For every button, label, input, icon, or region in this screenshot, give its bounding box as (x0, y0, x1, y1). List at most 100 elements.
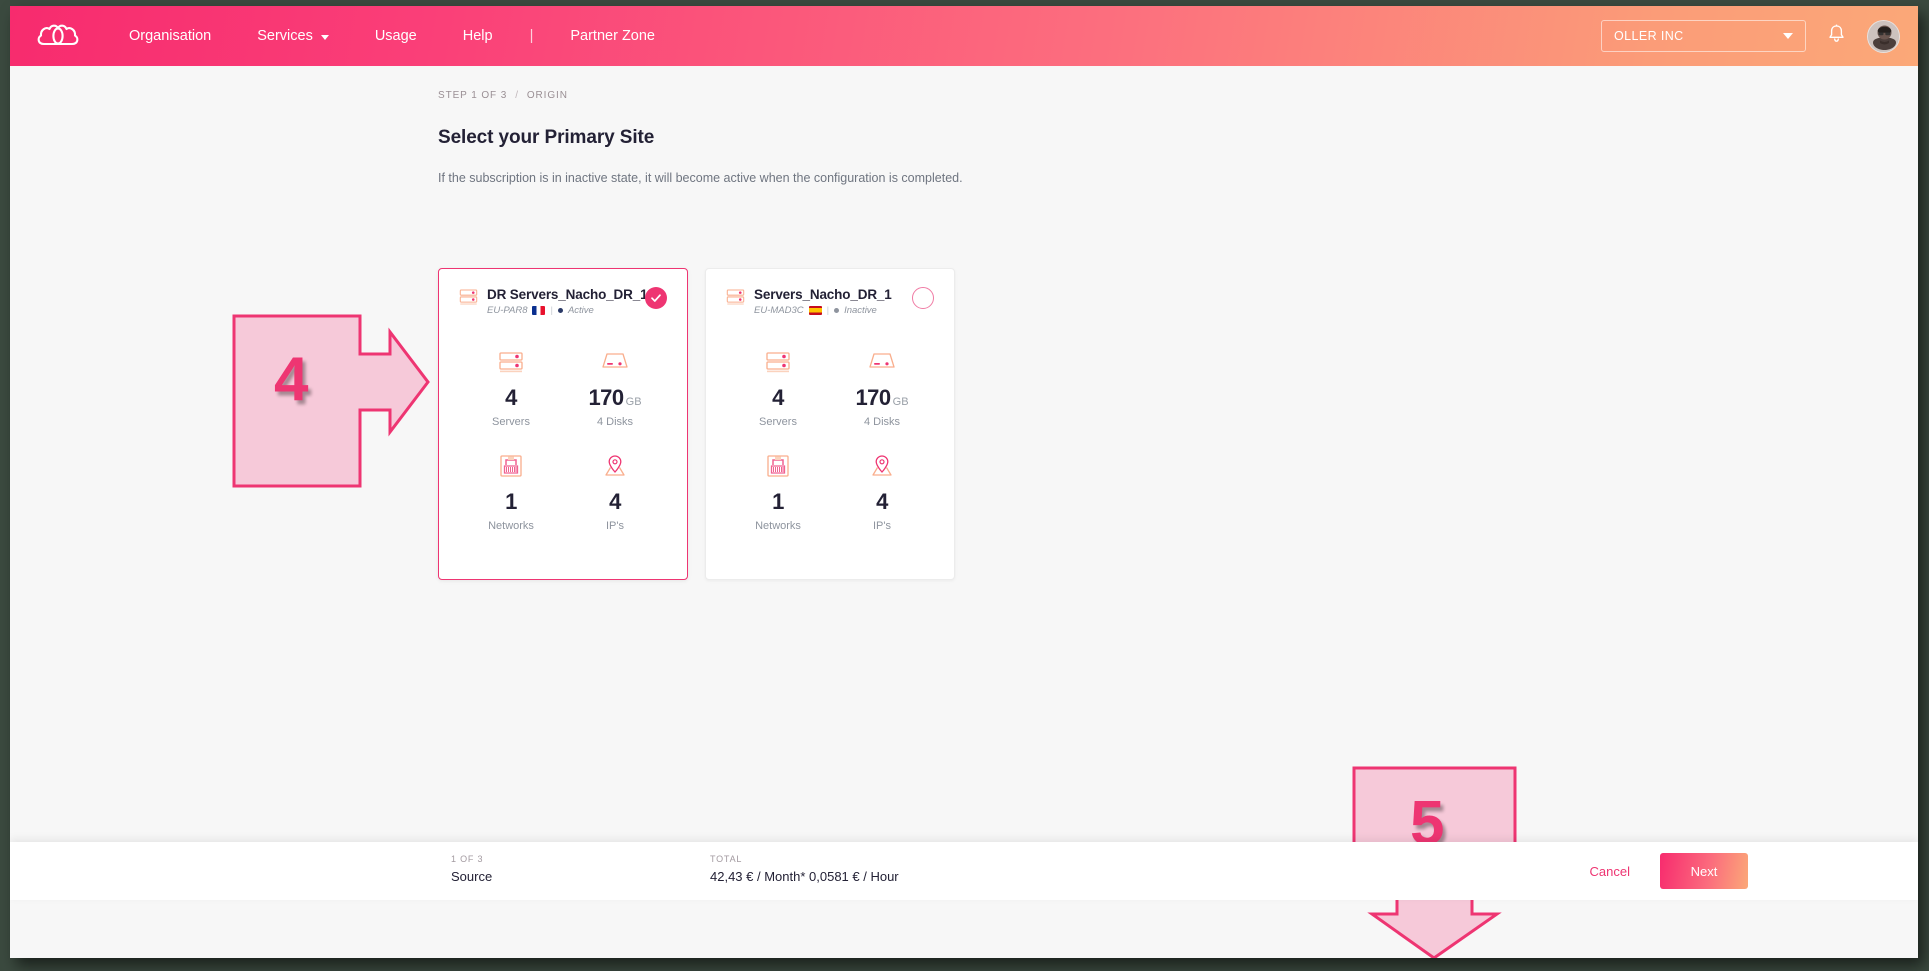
site-card-primary[interactable]: DR Servers_Nacho_DR_1 EU-PAR8 | Active 4… (438, 268, 688, 580)
stat-servers: 4 Servers (459, 347, 563, 428)
stat-networks: 1 Networks (726, 451, 830, 532)
header-right-cluster: OLLER INC (1601, 6, 1900, 66)
avatar-image (1868, 20, 1899, 52)
page-title: Select your Primary Site (438, 127, 655, 148)
stat-label: Networks (488, 520, 534, 532)
flag-fr-icon (532, 306, 546, 315)
stat-value: 4 (505, 385, 517, 410)
site-card-header: Servers_Nacho_DR_1 EU-MAD3C | Inactive (726, 287, 934, 316)
site-status: Inactive (844, 305, 877, 316)
notifications-button[interactable] (1828, 24, 1845, 48)
footer-actions: Cancel Next (1590, 853, 1748, 889)
stat-ips: 4 IP's (830, 451, 934, 532)
footer-total-value: 42,43 € / Month* 0,0581 € / Hour (710, 869, 899, 884)
site-region: EU-MAD3C (754, 305, 804, 316)
main-nav: Organisation Services Usage Help | Partn… (106, 6, 678, 66)
stat-value: 1 (772, 489, 784, 514)
location-pin-icon (872, 455, 892, 476)
site-card-title-block: Servers_Nacho_DR_1 EU-MAD3C | Inactive (754, 287, 903, 316)
cancel-button[interactable]: Cancel (1590, 864, 1630, 879)
bell-icon (1829, 24, 1844, 42)
stat-icon-wrap (726, 347, 830, 377)
stat-value-wrap: 170 GB (830, 385, 934, 411)
site-select-checkbox[interactable] (645, 287, 667, 309)
disk-icon (602, 353, 628, 368)
footer-step-block: 1 OF 3 Source (451, 854, 492, 884)
status-dot-icon (557, 308, 563, 313)
nav-item-usage[interactable]: Usage (352, 6, 440, 66)
stat-ips: 4 IP's (563, 451, 667, 532)
site-card-title-block: DR Servers_Nacho_DR_1 EU-PAR8 | Active (487, 287, 648, 316)
site-card-header: DR Servers_Nacho_DR_1 EU-PAR8 | Active (459, 287, 667, 316)
server-icon (766, 352, 790, 373)
nav-item-help[interactable]: Help (440, 6, 516, 66)
app-window: Organisation Services Usage Help | Partn… (10, 6, 1918, 958)
meta-divider: | (826, 305, 830, 316)
nav-item-organisation[interactable]: Organisation (106, 6, 234, 66)
site-region: EU-PAR8 (487, 305, 528, 316)
stat-icon-wrap (830, 347, 934, 377)
stat-value: 4 (609, 489, 621, 514)
nav-label: Help (462, 28, 493, 44)
breadcrumb-current: ORIGIN (526, 90, 568, 101)
site-card-secondary[interactable]: Servers_Nacho_DR_1 EU-MAD3C | Inactive 4… (705, 268, 955, 580)
nav-label: Organisation (129, 28, 212, 44)
nav-label: Services (257, 28, 313, 44)
stat-label: Servers (492, 416, 530, 428)
site-stats-grid: 4 Servers 170 GB 4 Disks 1 Networks 4 IP… (726, 347, 934, 532)
check-icon (651, 294, 661, 302)
site-card-meta: EU-MAD3C | Inactive (754, 305, 903, 316)
nav-item-partner-zone[interactable]: Partner Zone (547, 6, 678, 66)
stat-value: 1 (505, 489, 517, 514)
annotation-step-4: 4 (232, 314, 432, 499)
brand-logo[interactable] (10, 23, 106, 49)
breadcrumb-step: STEP 1 OF 3 (438, 90, 508, 101)
nav-divider: | (529, 28, 534, 44)
stat-icon-wrap (459, 451, 563, 481)
nav-label: Usage (374, 28, 417, 44)
stat-value-wrap: 170 GB (563, 385, 667, 411)
stat-icon-wrap (563, 451, 667, 481)
site-card-title: DR Servers_Nacho_DR_1 (487, 287, 648, 302)
footer-bar: 1 OF 3 Source TOTAL 42,43 € / Month* 0,0… (10, 842, 1918, 900)
stat-value: 170 (588, 385, 624, 410)
site-select-checkbox[interactable] (912, 287, 934, 309)
stat-disks: 170 GB 4 Disks (563, 347, 667, 428)
stat-unit: GB (892, 396, 909, 408)
organisation-selector[interactable]: OLLER INC (1601, 20, 1806, 52)
page-header-block: STEP 1 OF 3 / ORIGIN Select your Primary… (438, 90, 963, 185)
server-icon (726, 289, 745, 305)
next-button[interactable]: Next (1660, 853, 1748, 889)
stat-servers: 4 Servers (726, 347, 830, 428)
nav-item-services[interactable]: Services (234, 6, 352, 66)
cloud-logo-icon (37, 24, 79, 46)
stat-icon-wrap (563, 347, 667, 377)
stat-label: Servers (759, 416, 797, 428)
stat-unit: GB (625, 396, 642, 408)
stat-value: 170 (855, 385, 891, 410)
stat-icon-wrap (459, 347, 563, 377)
network-icon (500, 455, 522, 477)
stat-icon-wrap (830, 451, 934, 481)
network-icon (767, 455, 789, 477)
annotation-number: 4 (274, 345, 309, 414)
site-card-meta: EU-PAR8 | Active (487, 305, 636, 316)
site-stats-grid: 4 Servers 170 GB 4 Disks 1 Networks 4 IP… (459, 347, 667, 532)
breadcrumb-separator: / (515, 90, 519, 101)
nav-label: Partner Zone (570, 28, 655, 44)
breadcrumb: STEP 1 OF 3 / ORIGIN (438, 90, 963, 101)
site-card-title: Servers_Nacho_DR_1 (754, 287, 892, 302)
stat-label: 4 Disks (596, 416, 634, 428)
stat-value: 4 (772, 385, 784, 410)
main-content: STEP 1 OF 3 / ORIGIN Select your Primary… (10, 66, 1918, 958)
footer-total-block: TOTAL 42,43 € / Month* 0,0581 € / Hour (710, 854, 899, 884)
stat-label: Networks (755, 520, 801, 532)
top-navigation-bar: Organisation Services Usage Help | Partn… (10, 6, 1918, 66)
user-avatar[interactable] (1867, 19, 1900, 53)
disk-icon (869, 353, 895, 368)
stat-label: IP's (606, 520, 624, 532)
stat-disks: 170 GB 4 Disks (830, 347, 934, 428)
chevron-down-icon (1783, 33, 1793, 39)
stat-networks: 1 Networks (459, 451, 563, 532)
location-pin-icon (605, 455, 625, 476)
